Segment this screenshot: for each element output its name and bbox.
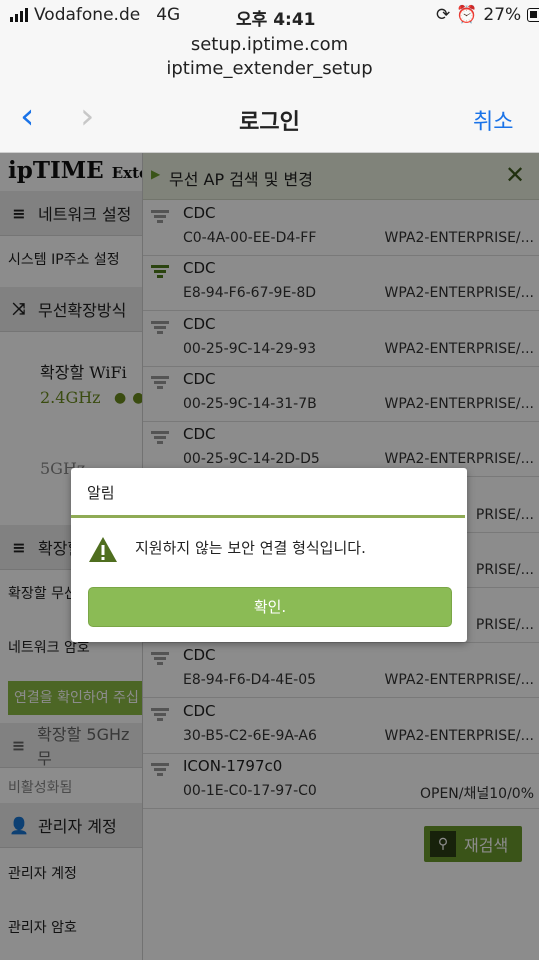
carrier-info: Vodafone.de 4G [10,5,180,25]
url-host: setup.iptime.com [190,34,349,55]
battery-percent: 27% [483,5,522,25]
login-header: setup.iptime.com iptime_extender_setup ‹… [0,32,539,153]
battery-icon [527,8,539,22]
alert-dialog: 알림 지원하지 않는 보안 연결 형식입니다. 확인. [71,468,467,642]
status-bar: Vodafone.de 4G 오후 4:41 ⟳ ⏰ 27% [0,0,539,32]
network-type: 4G [156,5,181,25]
dialog-message: 지원하지 않는 보안 연결 형식입니다. [135,539,366,557]
page-title: 로그인 [239,110,300,135]
dialog-divider [71,515,465,518]
signal-icon [10,8,28,22]
carrier-name: Vodafone.de [34,5,141,25]
url-path: iptime_extender_setup [166,58,373,79]
ok-button[interactable]: 확인. [88,587,452,627]
warning-icon [89,537,117,562]
cancel-button[interactable]: 취소 [473,104,513,136]
alarm-icon: ⏰ [456,5,478,25]
status-right: ⟳ ⏰ 27% [436,5,539,25]
clock: 오후 4:41 [236,10,316,30]
rotation-lock-icon: ⟳ [436,5,451,25]
dialog-title: 알림 [87,484,115,502]
